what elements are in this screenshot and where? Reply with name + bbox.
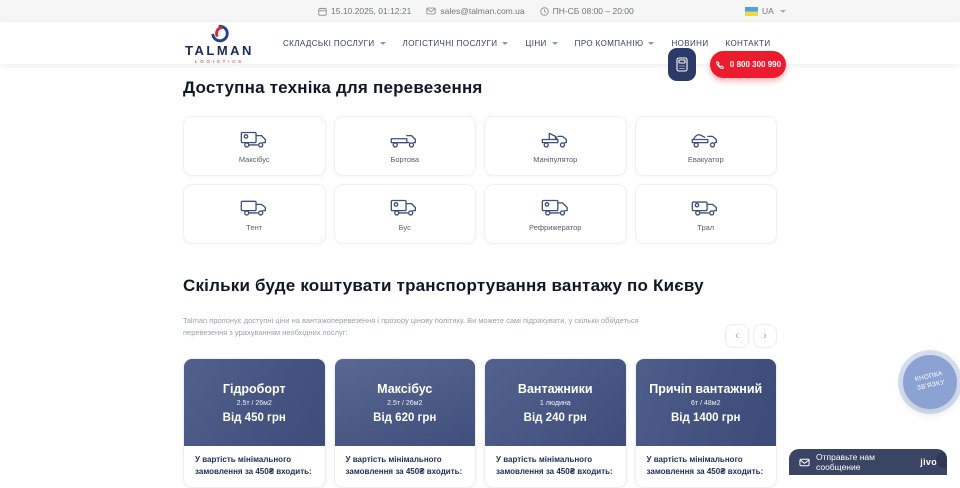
vehicle-card-trawl[interactable]: Трал <box>635 184 778 244</box>
vehicle-label: Бортова <box>390 155 419 164</box>
message-icon <box>799 458 810 467</box>
vehicles-grid: Максібус Бортова Маніпулятор Евакуатор Т… <box>183 116 777 244</box>
van-truck-icon <box>389 197 420 218</box>
main-nav: TALMAN LOGISTICS СКЛАДСЬКІ ПОСЛУГИ ЛОГІС… <box>0 22 960 64</box>
vehicle-card-flatbed[interactable]: Бортова <box>334 116 477 176</box>
clock-icon <box>540 7 549 16</box>
vehicle-label: Бус <box>399 223 411 232</box>
reefer-truck-icon <box>540 197 571 218</box>
menu-item-about[interactable]: ПРО КОМПАНІЮ <box>575 39 655 48</box>
pricing-description: Talman пропонує доступні ціни на вантажо… <box>183 315 655 339</box>
callback-button[interactable]: КНОПКАЗВ'ЯЗКУ <box>903 355 957 409</box>
jivo-logo: jivo <box>920 457 937 467</box>
email-link[interactable]: sales@talman.com.ua <box>426 6 524 16</box>
vehicle-card-tow[interactable]: Евакуатор <box>635 116 778 176</box>
chat-label: Отправьте нам сообщение <box>816 452 914 472</box>
vehicle-label: Маніпулятор <box>533 155 577 164</box>
price-card-note: У вартість мінімального замовлення за 45… <box>184 446 325 479</box>
vehicle-card-maxibus[interactable]: Максібус <box>183 116 326 176</box>
logo-subtitle: LOGISTICS <box>172 59 267 64</box>
price-card-image: Гідроборт 2.5т / 26м2 Від 450 грн <box>184 359 325 446</box>
price-card-image: Максібус 2.5т / 26м2 Від 620 грн <box>335 359 476 446</box>
menu-item-logistics[interactable]: ЛОГІСТИЧНІ ПОСЛУГИ <box>403 39 509 48</box>
working-hours: ПН-СБ 08:00 – 20:00 <box>540 6 634 16</box>
price-card-loaders: Вантажники 1 людина Від 240 грн У вартіс… <box>484 358 627 488</box>
price-card-note: У вартість мінімального замовлення за 45… <box>335 446 476 479</box>
price-card-note: У вартість мінімального замовлення за 45… <box>485 446 626 479</box>
logo-title: TALMAN <box>172 44 267 57</box>
flatbed-truck-icon <box>389 129 420 150</box>
trawl-truck-icon <box>690 197 721 218</box>
tent-truck-icon <box>239 197 270 218</box>
vehicles-section-title: Доступна техніка для перевезення <box>183 78 777 98</box>
menu-item-prices[interactable]: ЦІНИ <box>525 39 557 48</box>
price-card-hydroboard: Гідроборт 2.5т / 26м2 Від 450 грн У варт… <box>183 358 326 488</box>
chat-notch <box>936 452 947 468</box>
phone-button[interactable]: 0 800 300 990 <box>710 51 786 78</box>
topbar: 15.10.2025, 01:12:21 sales@talman.com.ua… <box>0 0 960 22</box>
vehicle-label: Трал <box>697 223 714 232</box>
vehicle-card-reefer[interactable]: Рефрижератор <box>484 184 627 244</box>
vehicle-card-bus[interactable]: Бус <box>334 184 477 244</box>
vehicle-card-tent[interactable]: Тент <box>183 184 326 244</box>
calculator-icon <box>676 57 688 72</box>
tow-truck-icon <box>690 129 721 150</box>
carousel-controls: ‹ › <box>725 324 777 348</box>
chevron-down-icon <box>380 42 386 45</box>
logo-emblem-icon <box>172 24 267 44</box>
chevron-down-icon <box>648 42 654 45</box>
price-card-note: У вартість мінімального замовлення за 45… <box>636 446 777 479</box>
price-card-maxibus: Максібус 2.5т / 26м2 Від 620 грн У варті… <box>334 358 477 488</box>
menu-item-news[interactable]: НОВИНИ <box>671 39 708 48</box>
chevron-down-icon <box>502 42 508 45</box>
vehicle-label: Рефрижератор <box>529 223 581 232</box>
chevron-down-icon <box>780 10 786 13</box>
pricing-section-title: Скільки буде коштувати транспортування в… <box>183 276 777 296</box>
main-menu: СКЛАДСЬКІ ПОСЛУГИ ЛОГІСТИЧНІ ПОСЛУГИ ЦІН… <box>283 22 771 64</box>
box-truck-icon <box>239 129 270 150</box>
ukraine-flag-icon <box>745 7 758 16</box>
logo[interactable]: TALMAN LOGISTICS <box>172 24 267 64</box>
carousel-prev-button[interactable]: ‹ <box>725 324 749 348</box>
price-card-image: Вантажники 1 людина Від 240 грн <box>485 359 626 446</box>
carousel-next-button[interactable]: › <box>753 324 777 348</box>
vehicle-label: Тент <box>246 223 262 232</box>
vehicle-label: Евакуатор <box>688 155 724 164</box>
chat-widget[interactable]: Отправьте нам сообщение jivo <box>789 449 947 475</box>
crane-truck-icon <box>540 129 571 150</box>
pricing-carousel: Гідроборт 2.5т / 26м2 Від 450 грн У варт… <box>183 358 777 488</box>
price-card-image: Причіп вантажний 6т / 48м2 Від 1400 грн <box>636 359 777 446</box>
phone-icon <box>715 60 725 70</box>
price-card-trailer: Причіп вантажний 6т / 48м2 Від 1400 грн … <box>635 358 778 488</box>
menu-item-warehouse[interactable]: СКЛАДСЬКІ ПОСЛУГИ <box>283 39 386 48</box>
mail-icon <box>426 7 436 15</box>
datetime: 15.10.2025, 01:12:21 <box>318 6 411 16</box>
calendar-icon <box>318 7 327 16</box>
vehicle-card-manipulator[interactable]: Маніпулятор <box>484 116 627 176</box>
language-selector[interactable]: UA <box>745 0 786 22</box>
vehicle-label: Максібус <box>239 155 270 164</box>
chevron-down-icon <box>552 42 558 45</box>
calculator-button[interactable] <box>668 48 696 81</box>
menu-item-contacts[interactable]: КОНТАКТИ <box>725 39 770 48</box>
